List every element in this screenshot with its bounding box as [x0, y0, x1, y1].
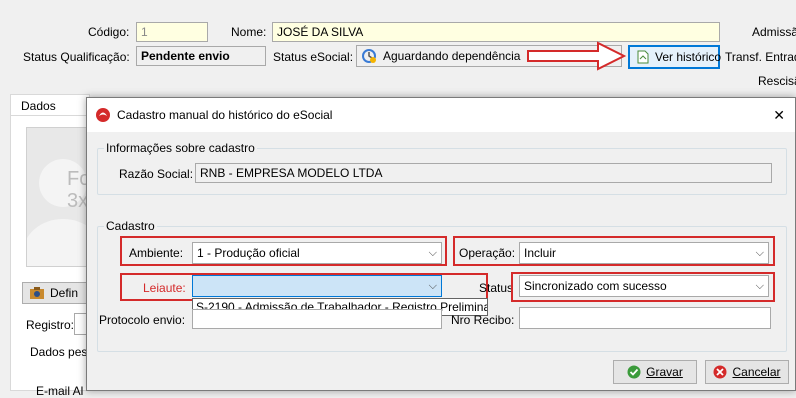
- gravar-button[interactable]: Gravar: [613, 360, 697, 384]
- cancel-icon: [713, 365, 727, 379]
- info-group: Informações sobre cadastro Razão Social:…: [97, 141, 787, 195]
- chevron-down-icon: ⌵: [428, 247, 437, 259]
- close-icon[interactable]: ✕: [773, 107, 785, 124]
- cancelar-button[interactable]: Cancelar: [705, 360, 789, 384]
- leiaute-select[interactable]: ⌵: [192, 275, 442, 297]
- gravar-label: Gravar: [646, 365, 683, 379]
- razao-social-field: RNB - EMPRESA MODELO LTDA: [195, 163, 772, 183]
- dialog-title: Cadastro manual do histórico do eSocial: [117, 108, 333, 122]
- operacao-select[interactable]: Incluir ⌵: [519, 242, 769, 264]
- protocolo-envio-field[interactable]: [192, 309, 442, 329]
- photo-text-1: Fo: [67, 168, 87, 190]
- document-icon: [636, 50, 650, 64]
- email-label: E-mail Al: [36, 384, 84, 398]
- ver-historico-label: Ver histórico: [655, 50, 722, 64]
- ver-historico-button[interactable]: Ver histórico: [628, 45, 722, 69]
- ambiente-select[interactable]: 1 - Produção oficial ⌵: [192, 242, 442, 264]
- status-value: Sincronizado com sucesso: [524, 279, 667, 293]
- status-esocial-label: Status eSocial:: [273, 50, 354, 64]
- ambiente-label: Ambiente:: [129, 246, 184, 260]
- rescisao-label: Rescisã: [758, 74, 796, 88]
- status-esocial-text: Aguardando dependência: [383, 48, 521, 63]
- check-icon: [627, 365, 641, 379]
- definir-foto-label: Defin: [50, 286, 79, 300]
- status-qualificacao-field: Pendente envio: [136, 46, 266, 66]
- red-arrow-annotation: [527, 41, 627, 71]
- registro-label: Registro:: [26, 318, 75, 332]
- transf-entrada-label: Transf. Entrad: [725, 50, 796, 64]
- codigo-label: Código:: [88, 25, 130, 39]
- cadastro-group-title: Cadastro: [104, 219, 157, 233]
- status-label: Status: [479, 281, 514, 295]
- refresh-clock-icon: [361, 48, 377, 64]
- info-group-title: Informações sobre cadastro: [104, 141, 257, 155]
- leiaute-label: Leiaute:: [143, 281, 186, 295]
- razao-social-label: Razão Social:: [119, 167, 194, 181]
- ambiente-value: 1 - Produção oficial: [197, 246, 300, 260]
- chevron-down-icon: ⌵: [428, 280, 437, 292]
- status-qualificacao-label: Status Qualificação:: [23, 50, 130, 64]
- chevron-down-icon: ⌵: [755, 280, 764, 292]
- app-logo-icon: [95, 107, 111, 123]
- tab-dados-cadastrais[interactable]: Dados Cadas: [10, 94, 90, 127]
- nro-recibo-field[interactable]: [519, 307, 771, 329]
- nro-recibo-label: Nro Recibo:: [451, 313, 515, 327]
- camera-icon: [29, 286, 45, 300]
- status-select[interactable]: Sincronizado com sucesso ⌵: [519, 275, 769, 297]
- dados-pessoais-label: Dados pess: [30, 345, 94, 359]
- nome-label: Nome:: [231, 25, 267, 39]
- admissao-label: Admissã: [752, 25, 796, 39]
- definir-foto-button[interactable]: Defin: [22, 282, 88, 304]
- chevron-down-icon: ⌵: [755, 247, 764, 259]
- nome-field[interactable]: JOSÉ DA SILVA: [272, 22, 720, 42]
- operacao-label: Operação:: [459, 246, 516, 260]
- protocolo-envio-label: Protocolo envio:: [99, 313, 186, 327]
- historico-dialog: Cadastro manual do histórico do eSocial …: [86, 97, 796, 391]
- photo-placeholder: Fo 3x: [26, 127, 88, 267]
- photo-text-2: 3x: [67, 190, 88, 212]
- cancelar-label: Cancelar: [732, 365, 781, 379]
- codigo-field[interactable]: 1: [136, 22, 208, 42]
- dialog-titlebar: Cadastro manual do histórico do eSocial …: [87, 98, 795, 132]
- operacao-value: Incluir: [524, 246, 557, 260]
